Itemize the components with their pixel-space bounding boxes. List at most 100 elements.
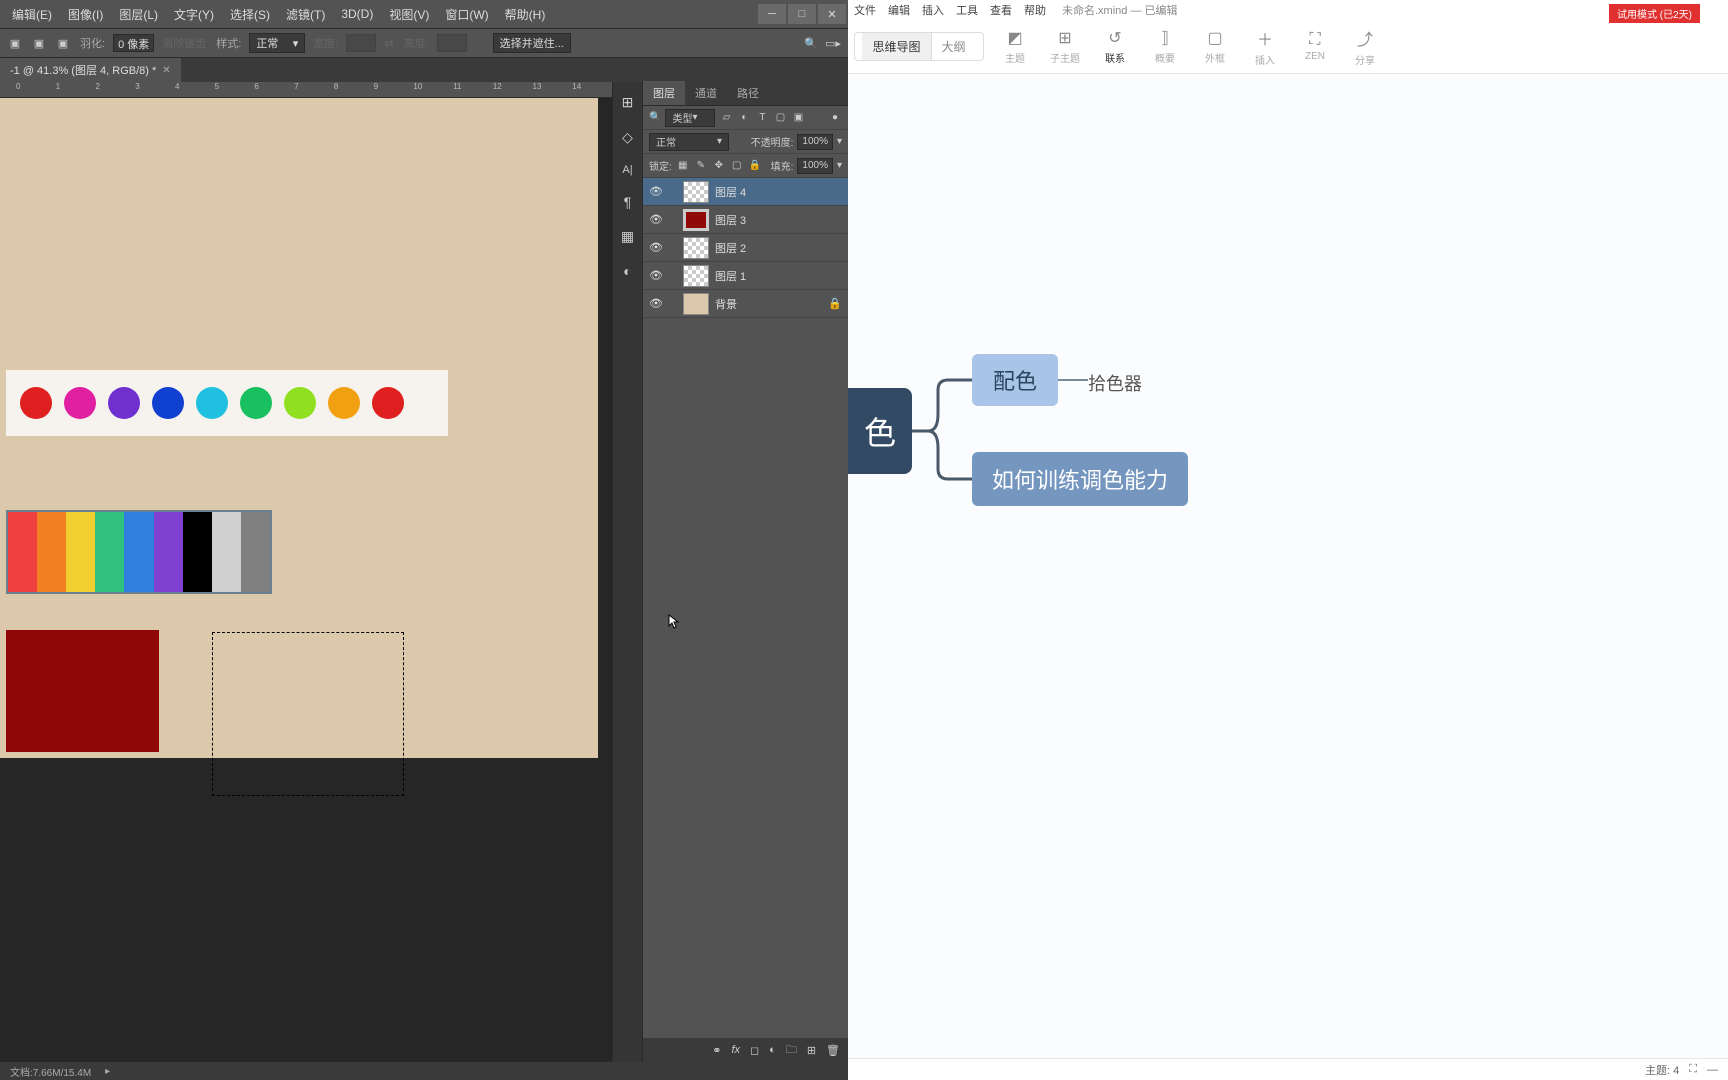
lock-all-icon[interactable]: 🔒 [748, 159, 762, 173]
maximize-button[interactable]: □ [788, 4, 816, 24]
layers-list: 👁图层 4👁图层 3👁图层 2👁图层 1👁背景🔒 [643, 178, 848, 1038]
tab-channels[interactable]: 通道 [685, 81, 727, 105]
visibility-icon[interactable]: 👁 [649, 213, 663, 227]
menu-image[interactable]: 图像(I) [60, 6, 111, 23]
lock-artboard-icon[interactable]: ▢ [730, 159, 744, 173]
add-selection-icon[interactable]: ▣ [30, 34, 48, 52]
tab-outline[interactable]: 大纲 [932, 32, 976, 61]
select-and-mask-button[interactable]: 选择并遮住... [493, 33, 571, 53]
mask-icon[interactable]: ◻ [750, 1044, 759, 1057]
toolbar-插入[interactable]: ＋插入 [1240, 20, 1290, 73]
layer-name: 图层 2 [715, 240, 746, 256]
fill-input[interactable]: 100% [797, 158, 833, 174]
filter-shape-icon[interactable]: ▢ [773, 111, 787, 125]
collapsed-panels: ⊞ ◇ A| ¶ ▦ ◐ [612, 82, 642, 1062]
color-swatch [328, 387, 360, 419]
feather-input[interactable]: 0 像素 [113, 34, 154, 52]
panel-icon[interactable]: ◐ [623, 263, 631, 279]
color-bar [66, 512, 95, 592]
close-icon[interactable]: ✕ [162, 65, 170, 76]
filter-kind-select[interactable]: 类型 ▾ [665, 109, 715, 127]
delete-layer-icon[interactable]: 🗑 [826, 1044, 840, 1057]
panel-icon[interactable]: ¶ [624, 194, 632, 210]
lock-pixels-icon[interactable]: ✎ [694, 159, 708, 173]
minimize-button[interactable]: ─ [758, 4, 786, 24]
filter-smart-icon[interactable]: ▣ [791, 111, 805, 125]
menu-help[interactable]: 帮助 [1024, 2, 1046, 18]
toolbar-子主题[interactable]: ⊞子主题 [1040, 20, 1090, 73]
menu-layer[interactable]: 图层(L) [111, 6, 166, 23]
document-tab[interactable]: -1 @ 41.3% (图层 4, RGB/8) * ✕ [0, 58, 181, 82]
filter-type-icon[interactable]: T [755, 111, 769, 125]
mindmap-canvas[interactable]: 色 配色 拾色器 如何训练调色能力 [848, 74, 1728, 1058]
layer-row[interactable]: 👁图层 3 [643, 206, 848, 234]
trial-badge[interactable]: 试用模式 (已2天) [1609, 4, 1700, 23]
visibility-icon[interactable]: 👁 [649, 297, 663, 311]
visibility-icon[interactable]: 👁 [649, 185, 663, 199]
toolbar-概要[interactable]: ⟧概要 [1140, 20, 1190, 73]
node-color-picker[interactable]: 拾色器 [1088, 370, 1142, 396]
layer-row[interactable]: 👁图层 4 [643, 178, 848, 206]
toolbar-分享[interactable]: ⤴分享 [1340, 20, 1390, 73]
filter-pixel-icon[interactable]: ▱ [719, 111, 733, 125]
menu-view[interactable]: 查看 [990, 2, 1012, 18]
search-icon[interactable]: 🔍 [804, 37, 818, 50]
selection-marquee[interactable] [212, 632, 404, 796]
menu-help[interactable]: 帮助(H) [497, 6, 554, 23]
layer-row[interactable]: 👁图层 1 [643, 262, 848, 290]
zoom-icon[interactable]: ⛶ [1689, 1063, 1697, 1076]
circle-swatches [6, 370, 448, 436]
lock-position-icon[interactable]: ✥ [712, 159, 726, 173]
workspace-icon[interactable]: ▭▸ [824, 34, 842, 52]
visibility-icon[interactable]: 👁 [649, 241, 663, 255]
opacity-input[interactable]: 100% [797, 134, 833, 150]
panel-icon[interactable]: ⊞ [622, 94, 634, 111]
lock-transparency-icon[interactable]: ▦ [676, 159, 690, 173]
ruler-horizontal: 01234567891011121314 [0, 82, 612, 98]
style-select[interactable]: 正常▾ [249, 33, 305, 53]
toolbar-ZEN[interactable]: ⛶ZEN [1290, 20, 1340, 73]
blend-mode-select[interactable]: 正常▾ [649, 133, 729, 151]
color-swatch [196, 387, 228, 419]
tab-layers[interactable]: 图层 [643, 81, 685, 105]
menu-file[interactable]: 文件 [854, 2, 876, 18]
layer-row[interactable]: 👁背景🔒 [643, 290, 848, 318]
menu-edit[interactable]: 编辑 [888, 2, 910, 18]
tab-paths[interactable]: 路径 [727, 81, 769, 105]
zoom-slider-icon[interactable]: — [1707, 1064, 1718, 1076]
panel-icon[interactable]: A| [622, 164, 632, 176]
link-layers-icon[interactable]: ⚭ [712, 1044, 721, 1057]
menu-select[interactable]: 选择(S) [222, 6, 278, 23]
toolbar-主题[interactable]: ◩主题 [990, 20, 1040, 73]
menu-view[interactable]: 视图(V) [381, 6, 437, 23]
adjustment-icon[interactable]: ◐ [769, 1044, 776, 1056]
menu-tools[interactable]: 工具 [956, 2, 978, 18]
root-node[interactable]: 色 [848, 388, 912, 474]
panel-icon[interactable]: ▦ [621, 228, 634, 245]
menu-type[interactable]: 文字(Y) [166, 6, 222, 23]
tab-mindmap[interactable]: 思维导图 [862, 32, 931, 61]
toolbar-联系[interactable]: ↺联系 [1090, 20, 1140, 73]
layer-row[interactable]: 👁 图层 2 [643, 234, 848, 262]
view-switcher[interactable]: 思维导图 大纲 [854, 32, 984, 61]
canvas-area[interactable]: 01234567891011121314 [0, 82, 612, 1062]
menu-edit[interactable]: 编辑(E) [4, 6, 60, 23]
new-selection-icon[interactable]: ▣ [6, 34, 24, 52]
fx-icon[interactable]: fx [731, 1044, 740, 1056]
node-train-color[interactable]: 如何训练调色能力 [972, 452, 1188, 506]
toolbar-外框[interactable]: ▢外框 [1190, 20, 1240, 73]
close-button[interactable]: ✕ [818, 4, 846, 24]
menu-filter[interactable]: 滤镜(T) [278, 6, 333, 23]
xm-menubar: 文件 编辑 插入 工具 查看 帮助 未命名.xmind — 已编辑 [848, 0, 1728, 20]
filter-adjust-icon[interactable]: ◐ [737, 111, 751, 125]
menu-window[interactable]: 窗口(W) [437, 6, 496, 23]
node-color-scheme[interactable]: 配色 [972, 354, 1058, 406]
subtract-selection-icon[interactable]: ▣ [54, 34, 72, 52]
group-icon[interactable]: 🗀 [786, 1041, 797, 1060]
visibility-icon[interactable]: 👁 [649, 269, 663, 283]
panel-icon[interactable]: ◇ [622, 129, 633, 146]
menu-3d[interactable]: 3D(D) [333, 7, 381, 21]
menu-insert[interactable]: 插入 [922, 2, 944, 18]
new-layer-icon[interactable]: ⊞ [807, 1044, 816, 1057]
filter-toggle-icon[interactable]: ● [828, 111, 842, 125]
